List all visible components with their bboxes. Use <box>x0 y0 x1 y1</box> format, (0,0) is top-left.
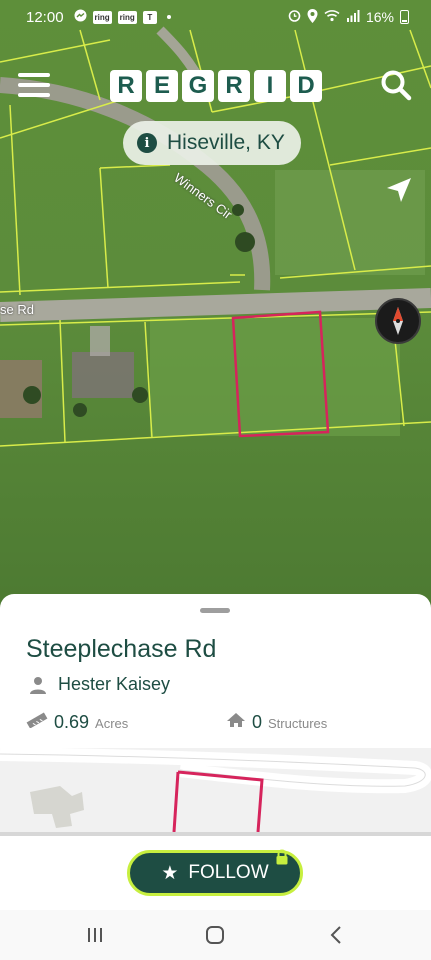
parcel-stats: 0.69 Acres 0 Structures <box>26 712 406 738</box>
parcel-mini-map[interactable] <box>0 748 431 832</box>
location-pin-icon <box>307 8 318 26</box>
structures-stat: 0 Structures <box>226 712 327 733</box>
map-view[interactable]: Winners Cir se Rd R E G R I D i Hisevill… <box>0 0 431 610</box>
home-nav-icon[interactable] <box>200 924 230 946</box>
logo-letter: R <box>110 70 142 102</box>
messenger-icon <box>74 9 87 25</box>
logo-letter: E <box>146 70 178 102</box>
notification-dot-icon <box>166 15 171 19</box>
logo-letter: D <box>290 70 322 102</box>
alarm-icon <box>288 9 301 25</box>
back-icon[interactable] <box>322 924 352 946</box>
logo-letter: G <box>182 70 214 102</box>
structures-unit: Structures <box>268 716 328 731</box>
ring-app-icon: ring <box>92 10 112 24</box>
person-icon <box>30 676 46 694</box>
lock-icon <box>274 849 290 865</box>
status-bar: 12:00 ring ring T 16% <box>0 0 431 34</box>
acres-value: 0.69 <box>54 712 90 732</box>
acres-stat: 0.69 Acres <box>26 712 128 733</box>
logo-letter: R <box>218 70 250 102</box>
app-t-icon: T <box>142 10 157 24</box>
battery-icon <box>400 10 409 24</box>
road-label-steeplechase: se Rd <box>0 302 34 317</box>
signal-icon <box>346 9 360 25</box>
parcel-title: Steeplechase Rd <box>26 635 217 663</box>
regrid-logo: R E G R I D <box>110 70 322 102</box>
owner-name: Hester Kaisey <box>58 674 171 694</box>
logo-letter: I <box>254 70 286 102</box>
ring-app-icon: ring <box>117 10 137 24</box>
map-header: R E G R I D <box>0 62 431 112</box>
home-icon <box>226 712 246 733</box>
battery-percent: 16% <box>365 9 394 25</box>
info-icon[interactable]: i <box>137 133 157 153</box>
location-label: Hiseville, KY <box>167 131 285 154</box>
follow-button[interactable]: ★ FOLLOW <box>127 849 303 896</box>
compass-icon[interactable] <box>375 298 421 344</box>
ruler-icon <box>26 712 48 733</box>
search-icon[interactable] <box>379 68 413 102</box>
owner-row: Hester Kaisey <box>30 674 170 695</box>
wifi-icon <box>324 9 340 25</box>
location-pill[interactable]: i Hiseville, KY <box>123 121 301 165</box>
status-time: 12:00 <box>26 8 64 26</box>
acres-unit: Acres <box>95 716 129 731</box>
recent-apps-icon[interactable] <box>80 924 110 946</box>
navigation-arrow-icon[interactable] <box>383 174 415 206</box>
star-icon: ★ <box>161 862 179 884</box>
system-nav-bar <box>0 910 431 960</box>
follow-bar: ★ FOLLOW <box>0 836 431 910</box>
structures-value: 0 <box>252 712 263 732</box>
hamburger-menu-icon[interactable] <box>18 70 50 100</box>
follow-label: FOLLOW <box>188 862 269 883</box>
sheet-drag-handle[interactable] <box>200 608 230 613</box>
